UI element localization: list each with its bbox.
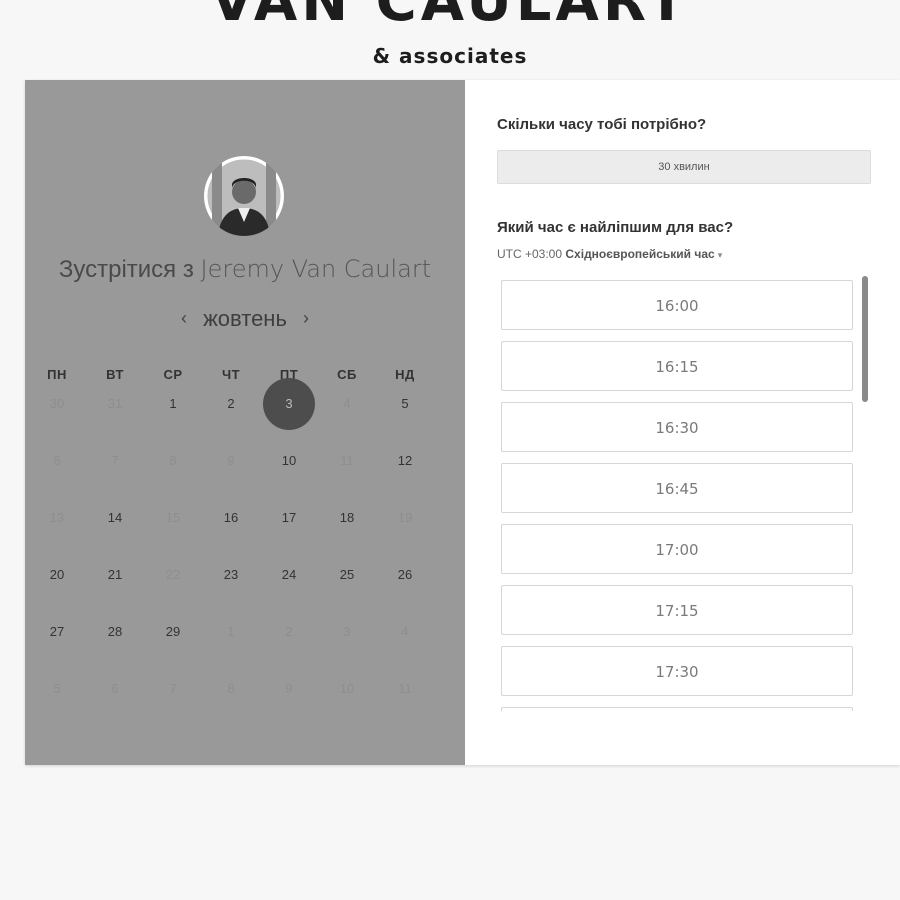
calendar-day[interactable]: 24 [263, 549, 315, 601]
calendar-day[interactable]: 5 [379, 378, 431, 430]
calendar-day: 5 [53, 681, 61, 696]
calendar-day-selected[interactable]: 3 [263, 378, 315, 430]
brand-logo-title: VAN CAULART [210, 0, 690, 34]
time-slot-button[interactable]: 17:15 [501, 585, 853, 635]
calendar-day[interactable]: 2 [205, 378, 257, 430]
calendar-day: 4 [343, 396, 351, 411]
calendar-day[interactable]: 12 [379, 435, 431, 487]
calendar-day[interactable]: 20 [31, 549, 83, 601]
calendar-day: 31 [107, 396, 123, 411]
time-slot-button[interactable]: 16:30 [501, 402, 853, 452]
avatar-photo [204, 156, 284, 236]
timezone-name: Східноєвропейський час [565, 247, 715, 261]
time-slot-button[interactable]: 16:45 [501, 463, 853, 513]
avatar [204, 156, 284, 236]
calendar-day: 11 [340, 453, 354, 468]
calendar-day: 8 [227, 681, 235, 696]
calendar-day[interactable]: 16 [205, 492, 257, 544]
duration-select[interactable]: 30 хвилин [497, 150, 871, 184]
calendar-day: 19 [397, 510, 413, 525]
calendar-day[interactable]: 28 [89, 606, 141, 658]
brand-header: VAN CAULART & associates [0, 0, 900, 78]
time-slot-button[interactable] [501, 707, 853, 711]
calendar-day: 30 [49, 396, 65, 411]
time-slot-list[interactable]: 16:00 16:15 16:30 16:45 17:00 17:15 17:30 [500, 279, 856, 711]
calendar-day: 7 [111, 453, 119, 468]
calendar-day: 7 [169, 681, 177, 696]
calendar-day[interactable]: 10 [263, 435, 315, 487]
chevron-left-icon[interactable]: ‹ [171, 308, 197, 329]
calendar-day[interactable]: 21 [89, 549, 141, 601]
calendar-day[interactable]: 29 [147, 606, 199, 658]
timezone-select[interactable]: UTC +03:00 Східноєвропейський час ▾ [497, 247, 722, 261]
calendar-day: 6 [111, 681, 119, 696]
time-slot-button[interactable]: 16:15 [501, 341, 853, 391]
timezone-offset: UTC +03:00 [497, 247, 563, 261]
calendar-day[interactable]: 1 [147, 378, 199, 430]
month-navigation: ‹ жовтень › [25, 306, 465, 332]
calendar-day: 9 [227, 453, 235, 468]
calendar-day: 2 [285, 624, 293, 639]
scrollbar-thumb[interactable] [862, 276, 868, 402]
calendar-day: 9 [285, 681, 293, 696]
calendar-day[interactable]: 25 [321, 549, 373, 601]
brand-logo-subtitle: & associates [372, 44, 528, 68]
calendar-day[interactable]: 18 [321, 492, 373, 544]
calendar-day: 3 [343, 624, 351, 639]
time-slot-button[interactable]: 17:00 [501, 524, 853, 574]
calendar-day[interactable]: 27 [31, 606, 83, 658]
calendar-panel: Зустрітися з Jeremy Van Caulart ‹ жовтен… [25, 80, 465, 765]
meeting-title: Зустрітися з Jeremy Van Caulart [25, 255, 465, 284]
calendar-day: 4 [401, 624, 409, 639]
month-label: жовтень [203, 306, 287, 331]
calendar-day: 11 [398, 681, 412, 696]
chevron-right-icon[interactable]: › [293, 308, 319, 329]
duration-question: Скільки часу тобі потрібно? [497, 116, 707, 133]
calendar-day: 8 [169, 453, 177, 468]
calendar-day[interactable]: 26 [379, 549, 431, 601]
calendar-day: 15 [165, 510, 181, 525]
meeting-title-prefix: Зустрітися з [58, 256, 201, 283]
time-slot-button[interactable]: 17:30 [501, 646, 853, 696]
calendar-day[interactable]: 23 [205, 549, 257, 601]
time-selection-panel: Скільки часу тобі потрібно? 30 хвилин Як… [465, 80, 900, 765]
calendar-day[interactable]: 14 [89, 492, 141, 544]
time-question: Який час є найліпшим для вас? [497, 219, 734, 236]
calendar-day: 10 [339, 681, 355, 696]
calendar-day: 1 [227, 624, 235, 639]
calendar-day: 6 [53, 453, 61, 468]
host-name: Jeremy Van Caulart [200, 255, 432, 283]
booking-card: Зустрітися з Jeremy Van Caulart ‹ жовтен… [25, 80, 900, 765]
time-slot-button[interactable]: 16:00 [501, 280, 853, 330]
calendar-day[interactable]: 17 [263, 492, 315, 544]
caret-down-icon: ▾ [717, 250, 723, 260]
calendar-day: 22 [165, 567, 181, 582]
calendar-day: 13 [49, 510, 65, 525]
